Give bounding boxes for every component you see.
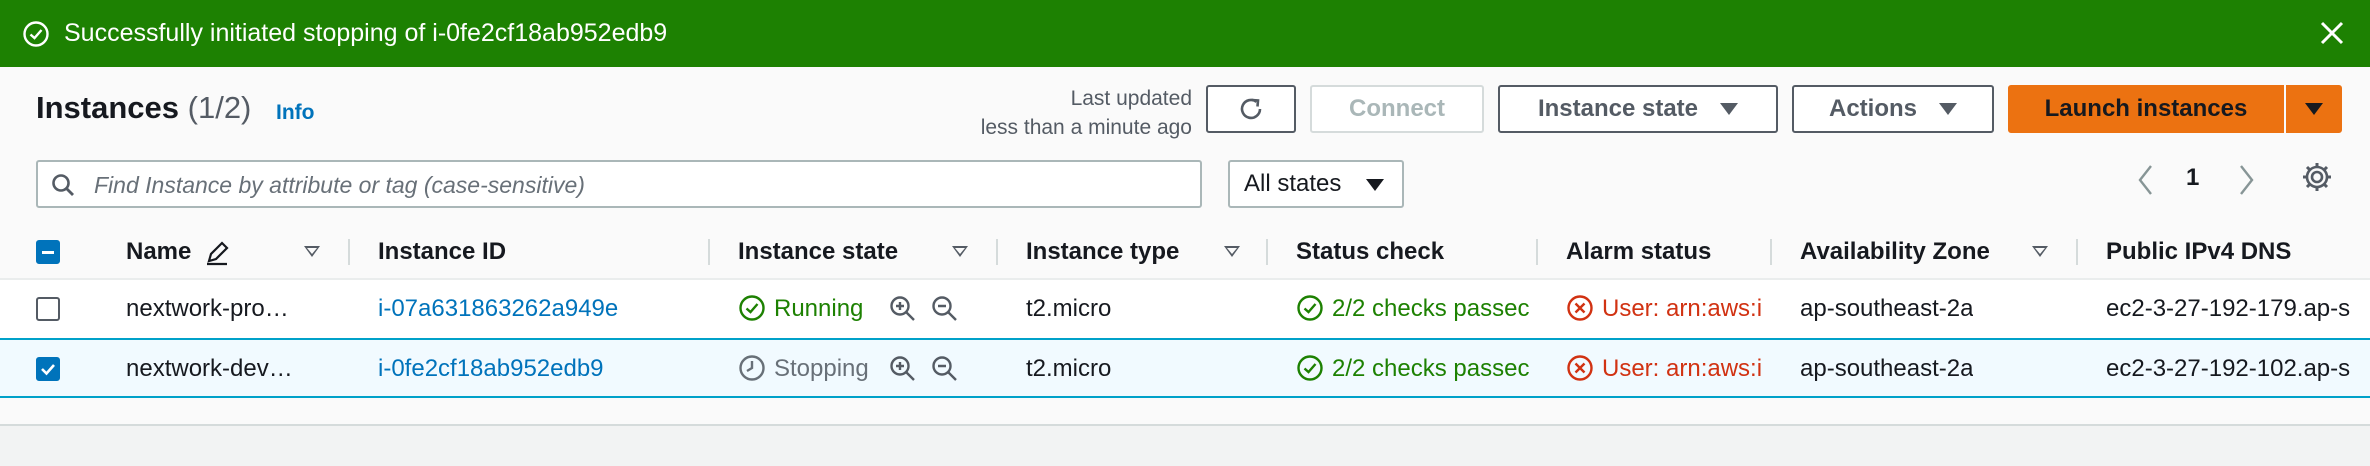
- public-dns: ec2-3-27-192-179.ap-s: [2106, 295, 2351, 322]
- search-icon: [52, 174, 74, 196]
- search-field[interactable]: [36, 160, 1202, 208]
- column-header-instance-state[interactable]: Instance state: [738, 226, 898, 278]
- alarm-status-text: User: arn:aws:i: [1602, 355, 1763, 382]
- status-check-text: 2/2 checks passec: [1332, 295, 1530, 322]
- launch-dropdown-button[interactable]: [2286, 85, 2342, 133]
- availability-zone: ap-southeast-2a: [1800, 355, 1974, 382]
- column-divider: [708, 239, 710, 265]
- state-filter-value: All states: [1244, 170, 1342, 197]
- page-number[interactable]: 1: [2186, 164, 2199, 192]
- error-icon: [1567, 354, 1593, 381]
- instance-type: t2.micro: [1026, 295, 1112, 322]
- page-title: Instances (1/2): [36, 90, 251, 126]
- row-checkbox[interactable]: [36, 357, 60, 381]
- instance-state: Running: [738, 280, 863, 338]
- close-icon[interactable]: [2316, 17, 2348, 49]
- actions-label: Actions: [1828, 95, 1917, 122]
- connect-button[interactable]: Connect: [1310, 85, 1484, 133]
- row-checkbox[interactable]: [36, 297, 60, 321]
- column-divider: [996, 239, 998, 265]
- column-divider: [348, 239, 350, 265]
- title-text: Instances: [36, 90, 180, 125]
- table-row[interactable]: nextwork-pro… i-07a631863262a949e Runnin…: [0, 280, 2370, 339]
- instance-type: t2.micro: [1026, 355, 1112, 382]
- instance-name: nextwork-pro…: [126, 295, 289, 322]
- select-all-checkbox[interactable]: [36, 240, 60, 264]
- sort-icon[interactable]: [2032, 246, 2048, 257]
- chevron-down-icon: [1939, 103, 1957, 115]
- selection-count: (1/2): [187, 90, 252, 125]
- clock-icon: [739, 354, 765, 381]
- column-header-status-check[interactable]: Status check: [1296, 226, 1444, 278]
- column-header-availability-zone[interactable]: Availability Zone: [1800, 226, 1990, 278]
- search-input[interactable]: [92, 162, 1196, 208]
- chevron-down-icon: [1366, 179, 1384, 191]
- column-header-name[interactable]: Name: [126, 226, 191, 278]
- column-divider: [2076, 239, 2078, 265]
- error-icon: [1567, 294, 1593, 321]
- status-check: 2/2 checks passec: [1296, 280, 1536, 338]
- column-header-alarm-status[interactable]: Alarm status: [1566, 226, 1711, 278]
- instance-state-text: Running: [774, 295, 864, 322]
- availability-zone: ap-southeast-2a: [1800, 295, 1974, 322]
- status-check-text: 2/2 checks passec: [1332, 355, 1530, 382]
- success-check-icon: [1297, 354, 1323, 381]
- last-updated: Last updated less than a minute ago: [981, 84, 1192, 142]
- minus-icon: [42, 251, 54, 254]
- last-updated-label: Last updated: [1070, 87, 1192, 110]
- sort-icon[interactable]: [952, 246, 968, 257]
- column-header-public-dns[interactable]: Public IPv4 DNS: [2106, 226, 2291, 278]
- chevron-down-icon: [1720, 103, 1739, 115]
- last-updated-value: less than a minute ago: [980, 116, 1192, 139]
- success-check-icon: [739, 294, 765, 321]
- split-panel-divider[interactable]: [0, 424, 2370, 466]
- chevron-down-icon: [2305, 103, 2323, 115]
- zoom-out-icon[interactable]: [930, 354, 960, 384]
- alarm-status-text: User: arn:aws:i: [1602, 295, 1763, 322]
- state-filter-select[interactable]: All states: [1228, 160, 1404, 208]
- column-divider: [1266, 239, 1268, 265]
- instance-state-button[interactable]: Instance state: [1498, 85, 1778, 133]
- chevron-left-icon[interactable]: [2136, 163, 2156, 197]
- column-divider: [1770, 239, 1772, 265]
- success-flash-banner: Successfully initiated stopping of i-0fe…: [0, 0, 2370, 67]
- table-row[interactable]: nextwork-dev… i-0fe2cf18ab952edb9 Stoppi…: [0, 338, 2370, 398]
- gear-icon[interactable]: [2300, 160, 2334, 194]
- instance-id-link[interactable]: i-07a631863262a949e: [378, 280, 618, 338]
- actions-button[interactable]: Actions: [1792, 85, 1994, 133]
- column-divider: [1536, 239, 1538, 265]
- edit-icon: [207, 241, 229, 266]
- instance-id-link[interactable]: i-0fe2cf18ab952edb9: [378, 340, 604, 398]
- launch-instances-button[interactable]: Launch instances: [2008, 85, 2284, 133]
- instance-state-text: Stopping: [774, 355, 869, 382]
- info-link[interactable]: Info: [276, 101, 314, 125]
- success-check-icon: [23, 21, 49, 47]
- instance-state: Stopping: [738, 340, 869, 398]
- checkmark-icon: [41, 364, 55, 376]
- zoom-in-icon[interactable]: [888, 294, 918, 324]
- alarm-status: User: arn:aws:i: [1566, 280, 1770, 338]
- chevron-right-icon[interactable]: [2236, 163, 2256, 197]
- refresh-button[interactable]: [1206, 85, 1296, 133]
- column-header-instance-id[interactable]: Instance ID: [378, 226, 506, 278]
- table-header: Name Instance ID Instance state Instance…: [0, 226, 2370, 280]
- column-header-instance-type[interactable]: Instance type: [1026, 226, 1179, 278]
- instance-state-label: Instance state: [1537, 95, 1699, 122]
- zoom-out-icon[interactable]: [930, 294, 960, 324]
- success-check-icon: [1297, 294, 1323, 321]
- zoom-in-icon[interactable]: [888, 354, 918, 384]
- alarm-status: User: arn:aws:i: [1566, 340, 1770, 398]
- flash-message: Successfully initiated stopping of i-0fe…: [64, 19, 668, 47]
- sort-icon[interactable]: [304, 246, 320, 257]
- public-dns: ec2-3-27-192-102.ap-s: [2106, 355, 2351, 382]
- status-check: 2/2 checks passec: [1296, 340, 1536, 398]
- instance-name: nextwork-dev…: [126, 355, 293, 382]
- refresh-icon: [1240, 98, 1262, 120]
- sort-icon[interactable]: [1224, 246, 1240, 257]
